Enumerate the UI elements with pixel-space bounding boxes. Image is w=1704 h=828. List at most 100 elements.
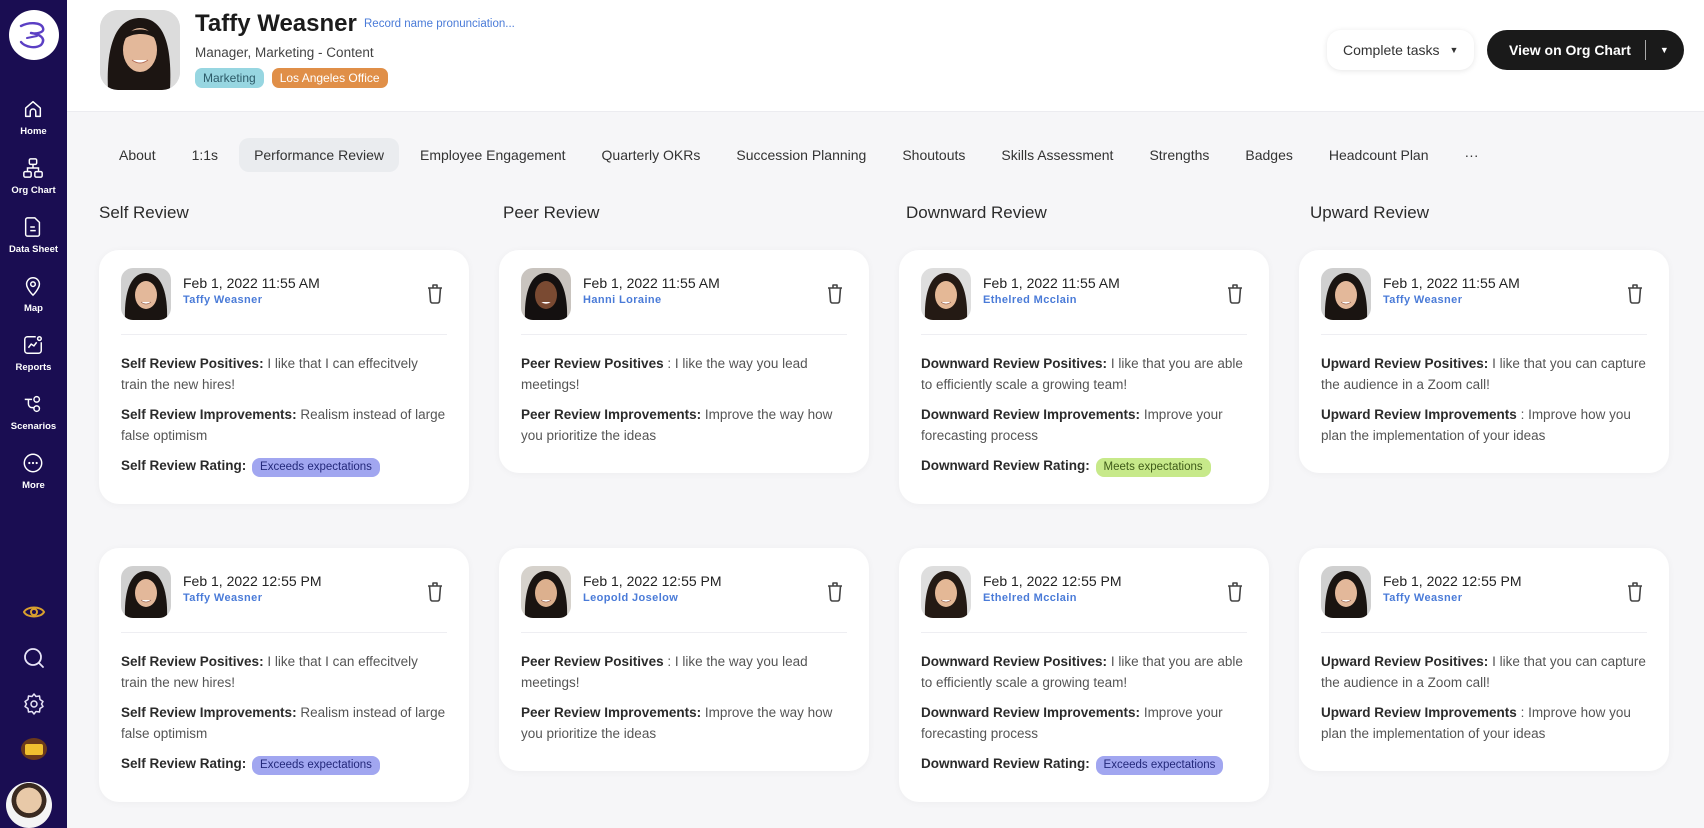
org-chart-icon [23,158,44,178]
person-photo [121,268,171,320]
trash-icon[interactable] [1625,282,1645,304]
review-field: Self Review Positives: I like that I can… [121,353,447,395]
tab-quarterly-okrs[interactable]: Quarterly OKRs [587,138,716,172]
reviewer-avatar [521,566,571,618]
review-card: Feb 1, 2022 11:55 AM Taffy Weasner Self Re… [99,250,469,504]
department-tag[interactable]: Marketing [195,68,264,88]
reviewer-name-link[interactable]: Leopold Joselow [583,592,722,604]
sidebar-item-more[interactable]: More [22,452,45,491]
card-header: Feb 1, 2022 12:55 PM Ethelred Mcclain [921,566,1247,633]
trash-icon[interactable] [425,580,445,602]
trash-icon[interactable] [425,282,445,304]
logo-icon [19,22,44,49]
tab-performance-review[interactable]: Performance Review [239,138,399,172]
review-field: Upward Review Improvements : Improve how… [1321,404,1647,446]
search-icon[interactable] [22,646,46,670]
card-body: Upward Review Positives: I like that you… [1321,633,1647,744]
field-label: Upward Review Positives: [1321,356,1489,371]
review-date: Feb 1, 2022 11:55 AM [1383,275,1520,291]
card-header: Feb 1, 2022 12:55 PM Taffy Weasner [121,566,447,633]
column-title: Upward Review [1310,203,1430,222]
review-date: Feb 1, 2022 11:55 AM [583,275,720,291]
review-field: Peer Review Improvements: Improve the wa… [521,404,847,446]
tab-more[interactable]: ··· [1450,138,1494,172]
reviewer-name-link[interactable]: Taffy Weasner [1383,592,1522,604]
field-label: Peer Review Improvements: [521,407,702,422]
trash-icon[interactable] [1225,580,1245,602]
sidebar-label: Map [23,303,43,314]
tab-headcount-plan[interactable]: Headcount Plan [1314,138,1444,172]
review-field: Downward Review Positives: I like that y… [921,353,1247,395]
card-header: Feb 1, 2022 11:55 AM Ethelred Mcclain [921,268,1247,335]
sidebar-item-reports[interactable]: Reports [16,334,51,373]
card-body: Downward Review Positives: I like that y… [921,633,1247,775]
field-label: Downward Review Positives: [921,356,1108,371]
sidebar-item-home[interactable]: Home [20,98,47,137]
bonus-icon[interactable] [20,738,47,760]
rating-badge: Meets expectations [1095,458,1211,477]
sidebar-item-org-chart[interactable]: Org Chart [11,157,56,196]
card-header: Feb 1, 2022 11:55 AM Taffy Weasner [1321,268,1647,335]
review-card: Feb 1, 2022 12:55 PM Taffy Weasner Upward … [1299,548,1669,771]
sidebar-item-scenarios[interactable]: Scenarios [11,393,56,432]
tab-succession-planning[interactable]: Succession Planning [721,138,881,172]
trash-icon[interactable] [1225,282,1245,304]
complete-tasks-button[interactable]: Complete tasks ▼ [1327,30,1475,70]
trash-icon[interactable] [1625,580,1645,602]
tab-skills-assessment[interactable]: Skills Assessment [986,138,1128,172]
sidebar-label: Scenarios [10,421,57,432]
tab-shoutouts[interactable]: Shoutouts [887,138,980,172]
field-label: Downward Review Improvements: [921,705,1141,720]
reviewer-avatar [121,268,171,320]
review-field: Downward Review Improvements: Improve yo… [921,702,1247,744]
card-header: Feb 1, 2022 11:55 AM Hanni Loraine [521,268,847,335]
field-label: Upward Review Improvements [1321,407,1517,422]
card-header: Feb 1, 2022 11:55 AM Taffy Weasner [121,268,447,335]
sidebar-label: More [22,480,45,491]
profile-tabs: About 1:1s Performance Review Employee Enga… [104,138,1500,172]
field-label: Peer Review Improvements: [521,705,702,720]
view-on-org-chart-label: View on Org Chart [1509,42,1631,58]
review-field: Upward Review Improvements : Improve how… [1321,702,1647,744]
field-label: Downward Review Improvements: [921,407,1141,422]
person-photo [1321,566,1371,618]
gear-icon[interactable] [22,692,46,716]
tab-strengths[interactable]: Strengths [1134,138,1224,172]
reviewer-name-link[interactable]: Ethelred Mcclain [983,592,1122,604]
field-label: Downward Review Positives: [921,654,1108,669]
eye-icon[interactable] [22,600,46,624]
app-logo[interactable] [8,10,59,60]
tab-about[interactable]: About [104,138,171,172]
reviewer-name-link[interactable]: Taffy Weasner [183,294,320,306]
record-pronunciation-link[interactable]: Record name pronunciation... [364,18,515,30]
rating-label: Self Review Rating: [121,458,247,473]
tab-employee-engagement[interactable]: Employee Engagement [405,138,581,172]
field-label: Upward Review Improvements [1321,705,1517,720]
user-avatar[interactable] [6,782,52,828]
trash-icon[interactable] [825,580,845,602]
column-title: Downward Review [906,203,1047,222]
review-rating: Self Review Rating: Exceeds expectations [121,753,447,775]
sidebar-item-map[interactable]: Map [22,275,44,314]
reviewer-name-link[interactable]: Hanni Loraine [583,294,720,306]
review-date: Feb 1, 2022 12:55 PM [1383,573,1522,589]
trash-icon[interactable] [825,282,845,304]
office-tag[interactable]: Los Angeles Office [271,68,388,88]
field-label: Peer Review Positives [521,654,664,669]
tab-1-1s[interactable]: 1:1s [177,138,233,172]
reviewer-name-link[interactable]: Taffy Weasner [1383,294,1520,306]
view-on-org-chart-button[interactable]: View on Org Chart ▼ [1487,30,1684,70]
card-body: Downward Review Positives: I like that y… [921,335,1247,477]
review-date: Feb 1, 2022 12:55 PM [183,573,322,589]
field-label: Self Review Improvements: [121,407,297,422]
person-photo [121,566,171,618]
reviewer-name-link[interactable]: Ethelred Mcclain [983,294,1120,306]
review-card: Feb 1, 2022 12:55 PM Leopold Joselow Peer … [499,548,869,771]
sidebar-item-data-sheet[interactable]: Data Sheet [9,216,58,255]
tab-badges[interactable]: Badges [1230,138,1307,172]
card-body: Upward Review Positives: I like that you… [1321,335,1647,446]
review-field: Self Review Improvements: Realism instea… [121,702,447,744]
caret-down-icon[interactable]: ▼ [1660,45,1669,55]
reviewer-name-link[interactable]: Taffy Weasner [183,592,322,604]
rating-badge: Exceeds expectations [252,458,380,477]
